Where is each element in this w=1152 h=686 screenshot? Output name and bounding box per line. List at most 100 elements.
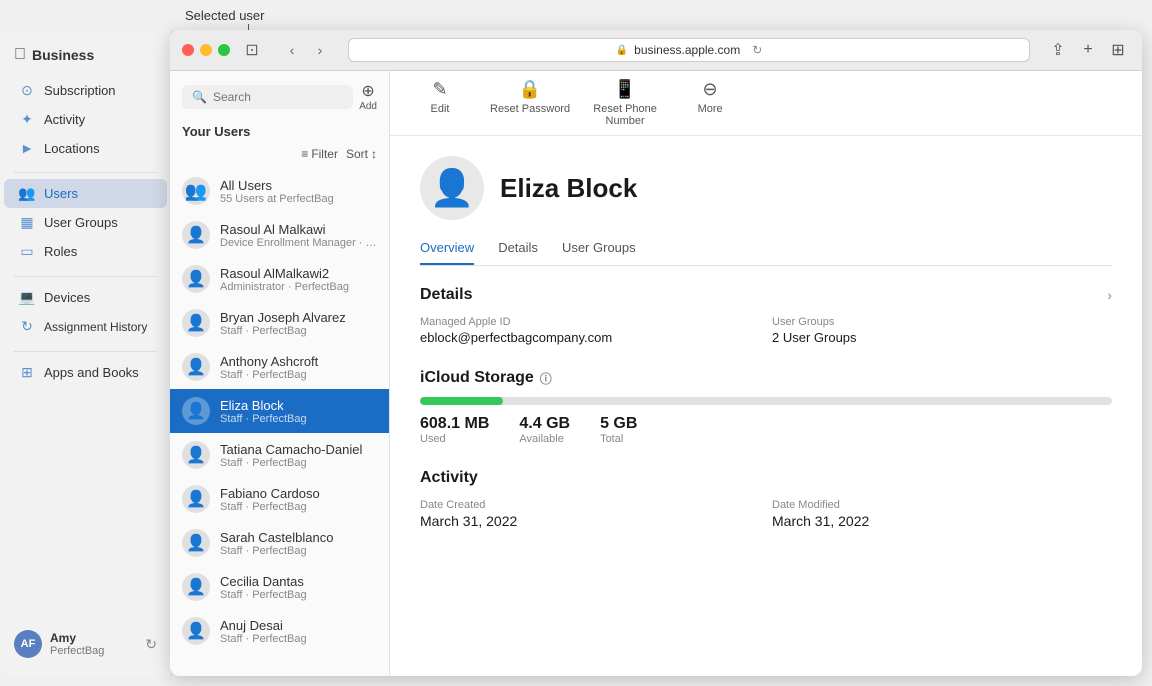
user-avatar-all: 👥 xyxy=(182,177,210,205)
user-avatar: AF xyxy=(14,630,42,658)
list-item[interactable]: 👤 Tatiana Camacho-Daniel Staff · Perfect… xyxy=(170,433,389,477)
sidebar-item-assignment-history[interactable]: ↻ Assignment History xyxy=(4,312,167,341)
minimize-button[interactable] xyxy=(200,44,212,56)
list-item[interactable]: 👤 Anthony Ashcroft Staff · PerfectBag xyxy=(170,345,389,389)
details-section-title: Details xyxy=(420,286,472,304)
user-item-info: Bryan Joseph Alvarez Staff · PerfectBag xyxy=(220,310,377,337)
reset-password-label: Reset Password xyxy=(490,103,570,115)
more-button[interactable]: ⊖ More xyxy=(680,79,740,115)
user-item-name: Cecilia Dantas xyxy=(220,574,377,589)
sidebar-item-label-roles: Roles xyxy=(44,244,77,259)
more-icon: ⊖ xyxy=(703,79,718,100)
tab-details[interactable]: Details xyxy=(498,240,538,265)
list-item[interactable]: 👤 Rasoul AlMalkawi2 Administrator · Perf… xyxy=(170,257,389,301)
filter-button[interactable]: ≡ Filter xyxy=(301,147,338,161)
managed-apple-id-field: Managed Apple ID eblock@perfectbagcompan… xyxy=(420,316,760,345)
assignment-history-icon: ↻ xyxy=(18,318,36,335)
list-item[interactable]: 👤 Anuj Desai Staff · PerfectBag xyxy=(170,609,389,653)
user-groups-value: 2 User Groups xyxy=(772,330,1112,345)
search-box[interactable]: 🔍 xyxy=(182,85,353,109)
tab-overview[interactable]: Overview xyxy=(420,240,474,265)
tab-user-groups[interactable]: User Groups xyxy=(562,240,636,265)
roles-icon: ▭ xyxy=(18,243,36,260)
user-list-panel: 🔍 ⊕ Add Your Users ≡ Filter Sort ↕ xyxy=(170,71,390,676)
refresh-icon[interactable]: ↻ xyxy=(145,636,157,653)
filter-label: Filter xyxy=(311,147,338,161)
sidebar-item-subscription[interactable]: ⊙ Subscription xyxy=(4,76,167,105)
user-item-info: Anuj Desai Staff · PerfectBag xyxy=(220,618,377,645)
user-avatar: 👤 xyxy=(182,265,210,293)
sidebar-item-users[interactable]: 👥 Users xyxy=(4,179,167,208)
reset-phone-button[interactable]: 📱 Reset Phone Number xyxy=(590,79,660,127)
user-item-name: Anthony Ashcroft xyxy=(220,354,377,369)
user-item-info: Rasoul AlMalkawi2 Administrator · Perfec… xyxy=(220,266,377,293)
edit-button[interactable]: ✎ Edit xyxy=(410,79,470,115)
filter-sort-bar: ≡ Filter Sort ↕ xyxy=(170,143,389,169)
user-item-name: Rasoul AlMalkawi2 xyxy=(220,266,377,281)
user-avatar: 👤 xyxy=(182,485,210,513)
reload-icon[interactable]: ↻ xyxy=(752,43,762,57)
sidebar-item-user-groups[interactable]: ▦ User Groups xyxy=(4,208,167,237)
storage-stat-available: 4.4 GB Available xyxy=(519,415,570,445)
user-avatar: 👤 xyxy=(182,397,210,425)
sidebar-section-apps: ⊞ Apps and Books xyxy=(0,358,171,387)
footer-user-name: Amy xyxy=(50,631,137,645)
date-modified-value: March 31, 2022 xyxy=(772,513,1112,529)
sort-button[interactable]: Sort ↕ xyxy=(346,147,377,161)
user-item-name: Eliza Block xyxy=(220,398,377,413)
user-header-name: Eliza Block xyxy=(500,173,637,204)
grid-button[interactable]: ⊞ xyxy=(1106,38,1130,62)
user-avatar: 👤 xyxy=(182,441,210,469)
reset-password-button[interactable]: 🔒 Reset Password xyxy=(490,79,570,115)
sort-icon: ↕ xyxy=(371,147,377,161)
list-item[interactable]: 👤 Bryan Joseph Alvarez Staff · PerfectBa… xyxy=(170,301,389,345)
sidebar-section-devices: 💻 Devices ↻ Assignment History xyxy=(0,283,171,341)
forward-button[interactable]: › xyxy=(308,38,332,62)
list-item[interactable]: 👤 Sarah Castelblanco Staff · PerfectBag xyxy=(170,521,389,565)
storage-used-value: 608.1 MB xyxy=(420,415,489,433)
back-button[interactable]: ‹ xyxy=(280,38,304,62)
details-section-header: Details › xyxy=(420,286,1112,304)
close-button[interactable] xyxy=(182,44,194,56)
user-item-name: All Users xyxy=(220,178,377,193)
apple-icon:  xyxy=(14,46,26,64)
new-tab-button[interactable]: + xyxy=(1076,38,1100,62)
sidebar-item-devices[interactable]: 💻 Devices xyxy=(4,283,167,312)
lock-icon: 🔒 xyxy=(616,45,628,56)
maximize-button[interactable] xyxy=(218,44,230,56)
reset-phone-label: Reset Phone Number xyxy=(590,103,660,127)
add-button[interactable]: ⊕ Add xyxy=(359,81,377,112)
url-bar[interactable]: 🔒 business.apple.com ↻ xyxy=(348,38,1030,62)
add-icon: ⊕ xyxy=(361,81,374,101)
your-users-label: Your Users xyxy=(170,118,389,143)
sidebar-brand-text: Business xyxy=(32,47,94,63)
user-item-meta: Staff · PerfectBag xyxy=(220,325,377,337)
detail-content: 👤 Eliza Block Overview Details User Grou… xyxy=(390,136,1142,676)
sidebar-item-label-activity: Activity xyxy=(44,112,85,127)
list-item[interactable]: 👤 Fabiano Cardoso Staff · PerfectBag xyxy=(170,477,389,521)
locations-icon: ► xyxy=(18,140,36,156)
managed-apple-id-value: eblock@perfectbagcompany.com xyxy=(420,330,760,345)
sidebar-item-activity[interactable]: ✦ Activity xyxy=(4,105,167,134)
storage-stat-used: 608.1 MB Used xyxy=(420,415,489,445)
user-item-meta: Staff · PerfectBag xyxy=(220,501,377,513)
edit-icon: ✎ xyxy=(432,79,447,100)
storage-total-value: 5 GB xyxy=(600,415,637,433)
storage-bar-used xyxy=(420,397,503,405)
user-item-info: Fabiano Cardoso Staff · PerfectBag xyxy=(220,486,377,513)
sidebar-item-apps-and-books[interactable]: ⊞ Apps and Books xyxy=(4,358,167,387)
sidebar-item-roles[interactable]: ▭ Roles xyxy=(4,237,167,266)
sidebar-toggle[interactable]: ⊡ xyxy=(240,38,264,62)
list-item[interactable]: 👤 Rasoul Al Malkawi Device Enrollment Ma… xyxy=(170,213,389,257)
browser-toolbar: ⊡ ‹ › 🔒 business.apple.com ↻ ⇪ + ⊞ xyxy=(170,30,1142,71)
nav-buttons: ‹ › xyxy=(280,38,332,62)
details-grid: Managed Apple ID eblock@perfectbagcompan… xyxy=(420,316,1112,345)
share-button[interactable]: ⇪ xyxy=(1046,38,1070,62)
list-item-selected[interactable]: 👤 Eliza Block Staff · PerfectBag xyxy=(170,389,389,433)
search-input[interactable] xyxy=(213,90,343,104)
sidebar-item-locations[interactable]: ► Locations xyxy=(4,134,167,162)
list-item[interactable]: 👤 Cecilia Dantas Staff · PerfectBag xyxy=(170,565,389,609)
detail-toolbar: ✎ Edit 🔒 Reset Password 📱 Reset Phone Nu… xyxy=(390,71,1142,136)
info-icon[interactable]: ⓘ xyxy=(540,370,552,387)
list-item[interactable]: 👥 All Users 55 Users at PerfectBag xyxy=(170,169,389,213)
